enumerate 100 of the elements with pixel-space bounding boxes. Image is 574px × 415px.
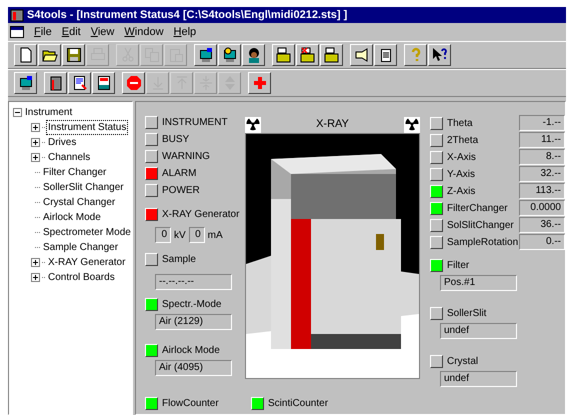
- tree-item[interactable]: Control Boards: [47, 271, 116, 284]
- value-field: -1.--: [519, 115, 565, 131]
- tree-item[interactable]: X-RAY Generator: [47, 256, 126, 269]
- lamp-label: FilterChanger: [447, 202, 508, 214]
- toolbar-button[interactable]: [14, 44, 37, 66]
- expand-icon[interactable]: [31, 123, 40, 132]
- toolbar-button[interactable]: [92, 72, 115, 94]
- lamp-label: Sample: [162, 253, 196, 266]
- value-field: undef: [440, 371, 517, 387]
- toolbar-button[interactable]: [44, 72, 67, 94]
- tree-item[interactable]: Crystal Changer: [42, 196, 116, 209]
- app-icon: [10, 8, 24, 22]
- value-field: 0: [155, 227, 171, 243]
- collapse-icon[interactable]: [13, 108, 22, 117]
- toolbar-button[interactable]: [218, 44, 241, 66]
- lamp-label: Z-Axis: [447, 184, 476, 198]
- folder-icon: [324, 47, 340, 63]
- toolbar-button[interactable]: [38, 44, 61, 66]
- lamp-label: Airlock Mode: [162, 344, 220, 357]
- tree-item[interactable]: SollerSlit Changer: [42, 181, 125, 194]
- lamp-label: X-RAY Generator: [162, 208, 240, 221]
- context-help-icon: [432, 47, 448, 63]
- window-title: S4tools - [Instrument Status4 [C:\S4tools\Engl\midi0212.sts] ]: [27, 8, 348, 23]
- radiation-icon: [404, 116, 420, 132]
- tree-item[interactable]: Spectrometer Mode: [42, 226, 132, 239]
- tree-item[interactable]: Instrument Status: [47, 121, 128, 134]
- lamp-label: POWER: [162, 184, 200, 197]
- value-field: --.--.--.--: [155, 274, 232, 290]
- value-field: 0.0000: [519, 200, 565, 216]
- menu-item[interactable]: View: [90, 24, 114, 40]
- menu-item[interactable]: Edit: [62, 24, 81, 40]
- stop-sign-icon: [126, 75, 142, 91]
- lamp-label: SampleRotation: [447, 236, 518, 248]
- value-field: Air (4095): [155, 360, 232, 376]
- unit-label: mA: [208, 228, 223, 242]
- value-field: 8.--: [519, 149, 565, 165]
- lamp-label: Y-Axis: [447, 168, 475, 180]
- value-field: Pos.#1: [440, 275, 517, 291]
- computer-icon: [18, 75, 34, 91]
- menu-item[interactable]: File: [34, 24, 52, 40]
- new-file-icon: [18, 47, 34, 63]
- toolbar-button[interactable]: [14, 72, 37, 94]
- toolbar-button[interactable]: [272, 44, 295, 66]
- toolbar-button[interactable]: [242, 44, 265, 66]
- toolbar-button[interactable]: [296, 44, 319, 66]
- toolbar-button[interactable]: [374, 44, 397, 66]
- toolbar-button[interactable]: [320, 44, 343, 66]
- toolbar-button[interactable]: [122, 72, 145, 94]
- tree-item[interactable]: Channels: [47, 151, 92, 164]
- expand-icon[interactable]: [31, 138, 40, 147]
- folder-icon: [300, 47, 316, 63]
- toolbar-button[interactable]: [68, 72, 91, 94]
- tree-item[interactable]: Drives: [47, 136, 78, 149]
- toolbar-button[interactable]: [194, 44, 217, 66]
- toolbar-button[interactable]: [350, 44, 373, 66]
- folder-icon: [276, 47, 292, 63]
- toolbar-button[interactable]: [248, 72, 271, 94]
- lamp-label: Crystal: [447, 355, 478, 368]
- document-icon: [72, 75, 88, 91]
- value-field: Air (2129): [155, 314, 232, 330]
- lamp-label: Spectr.-Mode: [162, 298, 222, 311]
- instrument-icon: [48, 75, 64, 91]
- computer-icon: [222, 47, 238, 63]
- menu-item[interactable]: Help: [174, 24, 196, 40]
- lamp-label: SollerSlit: [447, 307, 486, 320]
- value-field: 32.--: [519, 166, 565, 182]
- value-field: 113.--: [519, 183, 565, 199]
- value-field: 0: [188, 227, 205, 243]
- lamp-label: ScintiCounter: [268, 397, 328, 410]
- medical-cross-icon: [252, 75, 268, 91]
- lamp-label: FlowCounter: [162, 397, 219, 410]
- picture-title: X-RAY: [316, 117, 349, 132]
- lamp-label: BUSY: [162, 133, 190, 146]
- lamp-label: Filter: [447, 259, 470, 272]
- menu-item[interactable]: Window: [124, 24, 164, 40]
- radiation-icon: [245, 116, 261, 132]
- expand-icon[interactable]: [31, 258, 40, 267]
- expand-icon[interactable]: [31, 273, 40, 282]
- toolbar-button[interactable]: [404, 44, 427, 66]
- lamp-label: 2Theta: [447, 134, 478, 146]
- computer-icon: [198, 47, 214, 63]
- value-field: 36.--: [519, 217, 565, 233]
- toolbar-button[interactable]: [62, 44, 85, 66]
- document-window-icon[interactable]: [10, 26, 24, 38]
- tree-item[interactable]: Instrument: [24, 106, 74, 119]
- toolbar-button[interactable]: [428, 44, 451, 66]
- expand-icon[interactable]: [31, 153, 40, 162]
- report-icon: [96, 75, 112, 91]
- lamp-label: X-Axis: [447, 150, 476, 164]
- value-field: 0.--: [519, 234, 565, 250]
- save-icon: [66, 47, 82, 63]
- value-field: 11.--: [519, 132, 565, 148]
- lamp-label: WARNING: [162, 150, 210, 163]
- tree-item[interactable]: Filter Changer: [42, 166, 108, 179]
- lamp-label: SolSlitChanger: [447, 218, 514, 232]
- unit-label: kV: [174, 228, 186, 242]
- tree-item[interactable]: Sample Changer: [42, 241, 120, 254]
- lamp-label: ALARM: [162, 167, 196, 180]
- tree-item[interactable]: Airlock Mode: [42, 211, 102, 224]
- lamp-label: INSTRUMENT: [162, 116, 228, 129]
